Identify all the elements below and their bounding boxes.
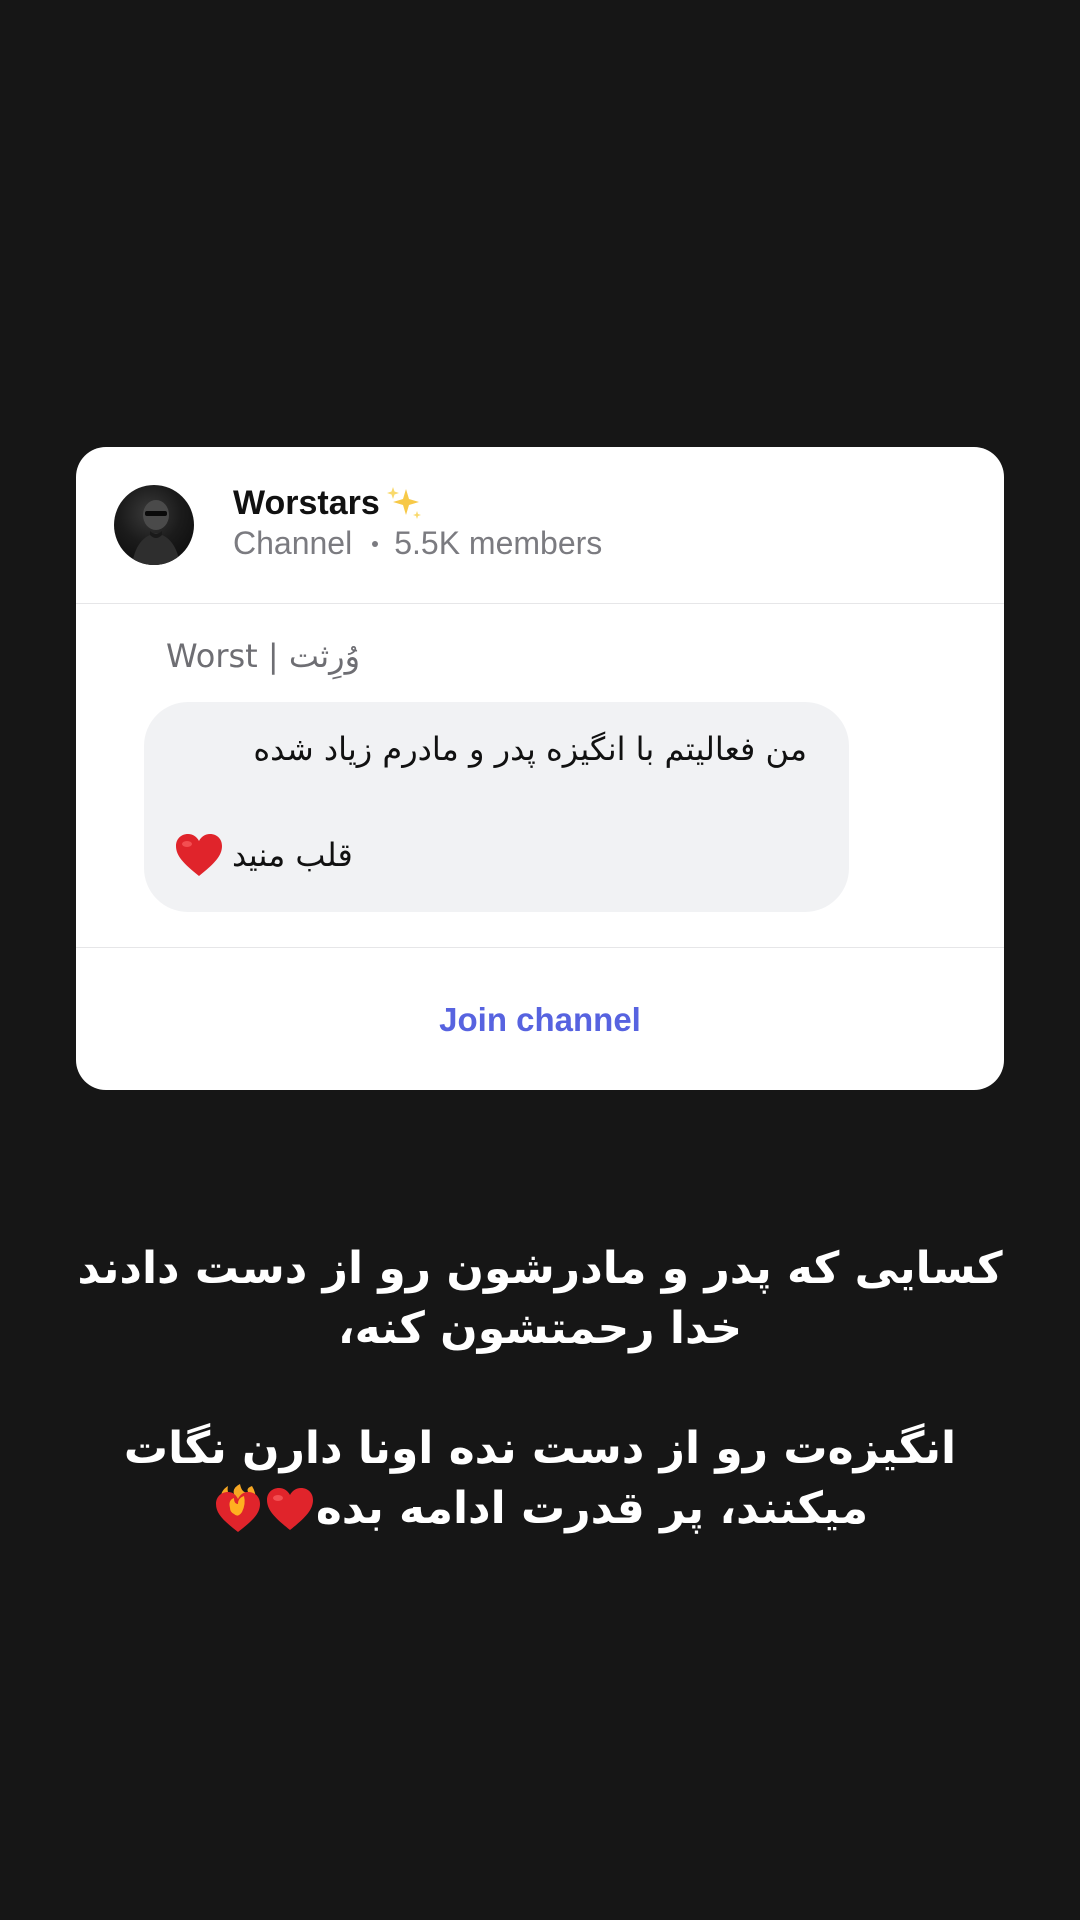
sparkles-icon xyxy=(386,487,421,519)
message-text-line-2-row: قلب منید xyxy=(174,832,353,878)
caption-line-4-row: میکنند، پر قدرت ادامه بده xyxy=(60,1480,1020,1538)
caption-line-3: انگیزه‌ت رو از دست نده اونا دارن نگات xyxy=(123,1423,957,1474)
channel-type-label: Channel xyxy=(233,525,353,561)
member-count: 5.5K members xyxy=(394,525,603,561)
caption-line-2: خدا رحمتشون کنه، xyxy=(337,1303,743,1354)
message-bubble: من فعالیتم با انگیزه پدر و مادرم زیاد شد… xyxy=(144,702,849,912)
caption-line-4: میکنند، پر قدرت ادامه بده xyxy=(315,1483,869,1534)
channel-name: Worstars xyxy=(233,483,380,522)
story-screen: Worstars Channel 5.5K members Worst | وُ… xyxy=(0,0,1080,1920)
caption-line-1: کسایی که پدر و مادرشون رو از دست دادند xyxy=(77,1243,1003,1294)
channel-title-row: Worstars xyxy=(233,481,424,525)
separator-dot xyxy=(372,540,379,547)
channel-avatar[interactable] xyxy=(114,485,194,565)
red-heart-icon xyxy=(176,834,222,876)
join-channel-button[interactable]: Join channel xyxy=(76,948,1004,1090)
shared-message-card[interactable]: Worstars Channel 5.5K members Worst | وُ… xyxy=(76,447,1004,1090)
channel-meta: Channel 5.5K members xyxy=(233,525,602,562)
card-footer: Join channel xyxy=(76,947,1004,1090)
red-heart-icon xyxy=(266,1488,313,1530)
message-text-line-2: قلب منید xyxy=(232,836,353,874)
channel-header[interactable]: Worstars Channel 5.5K members xyxy=(76,447,1004,604)
message-author: Worst | وُرِثت xyxy=(166,637,361,675)
message-text-line-1: من فعالیتم با انگیزه پدر و مادرم زیاد شد… xyxy=(253,730,807,768)
heart-on-fire-icon xyxy=(215,1484,260,1532)
